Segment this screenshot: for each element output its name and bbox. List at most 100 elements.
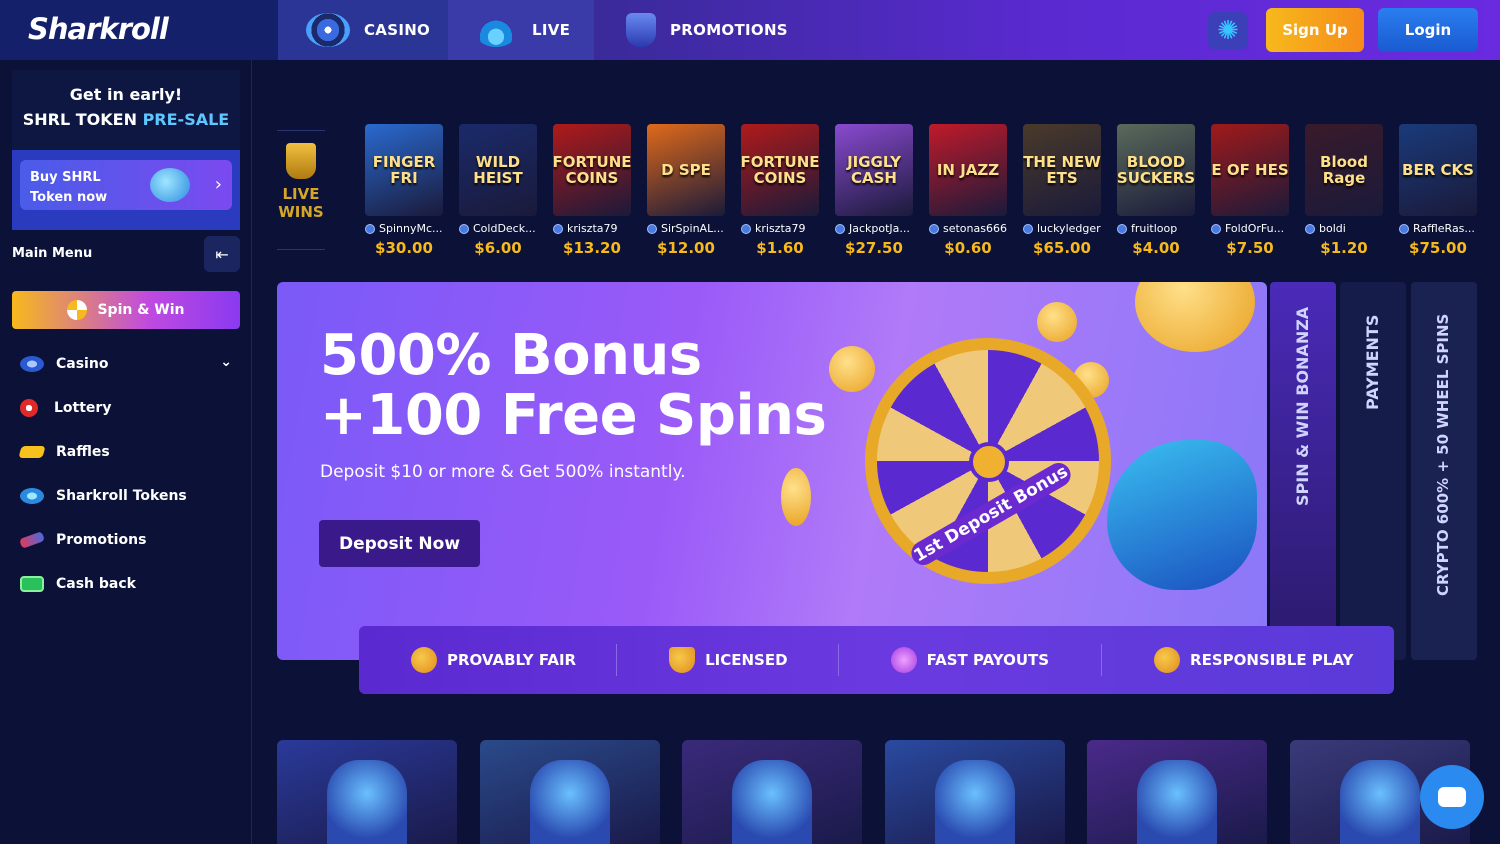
sidebar-item-promotions[interactable]: Promotions: [12, 518, 240, 562]
shark-live-icon: [529, 760, 610, 844]
avatar: [929, 223, 939, 234]
sidebar: Get in early! SHRL TOKEN PRE-SALE Buy SH…: [0, 60, 252, 844]
game-thumbnail[interactable]: BER CKS: [1399, 124, 1477, 216]
side-tab-spin-win-bonanza[interactable]: SPIN & WIN BONANZA: [1270, 282, 1336, 660]
avatar: [1399, 223, 1409, 234]
trust-bar: PROVABLY FAIR LICENSED FAST PAYOUTS RESP…: [359, 626, 1394, 694]
game-thumbnail[interactable]: Blood Rage: [1305, 124, 1383, 216]
avatar: [1211, 223, 1221, 234]
gear-icon[interactable]: ✺: [1208, 12, 1248, 50]
win-amount: $12.00: [657, 239, 715, 257]
win-amount: $1.20: [1320, 239, 1368, 257]
game-thumbnail[interactable]: THE NEW ETS: [1023, 124, 1101, 216]
winner-username: fruitloop: [1117, 222, 1195, 235]
live-win-item[interactable]: FORTUNE COINS kriszta79 $1.60: [741, 124, 819, 257]
divider: [616, 644, 618, 676]
winner-username: FoldOrFu...: [1211, 222, 1289, 235]
side-tab-crypto-bonus[interactable]: CRYPTO 600% + 50 WHEEL SPINS: [1411, 282, 1477, 660]
win-amount: $1.60: [756, 239, 804, 257]
collapse-sidebar-icon[interactable]: ⇤: [204, 236, 240, 272]
main-menu-label: Main Menu: [12, 246, 93, 261]
sidebar-item-tokens[interactable]: Sharkroll Tokens: [12, 474, 240, 518]
avatar: [365, 223, 375, 234]
deposit-now-button[interactable]: Deposit Now: [319, 520, 480, 567]
win-amount: $0.60: [944, 239, 992, 257]
avatar: [647, 223, 657, 234]
token-coin-icon: [150, 168, 190, 202]
avatar: [741, 223, 751, 234]
live-win-item[interactable]: JIGGLY CASH JackpotJa... $27.50: [835, 124, 913, 257]
avatar: [835, 223, 845, 234]
winner-username: SpinnyMc...: [365, 222, 443, 235]
chat-icon[interactable]: [1420, 765, 1484, 829]
game-thumbnail[interactable]: FINGER FRI: [365, 124, 443, 216]
shark-dice-card[interactable]: [884, 740, 1065, 844]
side-tab-payments[interactable]: PAYMENTS: [1340, 282, 1406, 660]
cash-icon: [20, 576, 44, 592]
live-win-item[interactable]: BLOOD SUCKERS fruitloop $4.00: [1117, 124, 1195, 257]
avatar: [1305, 223, 1315, 234]
game-thumbnail[interactable]: FORTUNE COINS: [741, 124, 819, 216]
shark-surf-icon: [732, 760, 812, 844]
coin-icon: [829, 346, 875, 392]
live-win-item[interactable]: D SPE SirSpinAL... $12.00: [647, 124, 725, 257]
game-thumbnail[interactable]: E OF HES: [1211, 124, 1289, 216]
trust-fast-payouts: FAST PAYOUTS: [877, 647, 1063, 673]
chevron-down-icon[interactable]: ⌄: [220, 354, 232, 370]
cards-card[interactable]: [1087, 740, 1267, 844]
hero-banner: 500% Bonus +100 Free Spins Deposit $10 or…: [277, 282, 1267, 660]
chevron-right-icon: ›: [214, 174, 222, 195]
logo[interactable]: Sharkroll: [0, 0, 278, 60]
spin-win-button[interactable]: Spin & Win: [12, 291, 240, 329]
win-amount: $4.00: [1132, 239, 1180, 257]
coin-icon: [781, 468, 811, 526]
roulette-icon: [20, 356, 44, 372]
poker-chips-card[interactable]: [277, 740, 457, 844]
sidebar-item-lottery[interactable]: Lottery: [12, 386, 240, 430]
check-badge-icon: [411, 647, 437, 673]
win-amount: $6.00: [474, 239, 522, 257]
sidebar-item-raffles[interactable]: Raffles: [12, 430, 240, 474]
game-thumbnail[interactable]: FORTUNE COINS: [553, 124, 631, 216]
game-thumbnail[interactable]: JIGGLY CASH: [835, 124, 913, 216]
game-thumbnail[interactable]: WILD HEIST: [459, 124, 537, 216]
win-amount: $65.00: [1033, 239, 1091, 257]
buy-token-button[interactable]: Buy SHRL Token now ›: [20, 160, 232, 210]
live-win-item[interactable]: BER CKS RaffleRas... $75.00: [1399, 124, 1477, 257]
shield-check-icon: [669, 647, 696, 673]
game-thumbnail[interactable]: D SPE: [647, 124, 725, 216]
sidebar-item-casino[interactable]: Casino ⌄: [12, 342, 240, 386]
tab-casino[interactable]: CASINO: [278, 0, 448, 60]
tab-promotions[interactable]: PROMOTIONS: [594, 0, 824, 60]
token-icon: [20, 488, 44, 504]
sidebar-item-cashback[interactable]: Cash back: [12, 562, 240, 606]
live-win-item[interactable]: Blood Rage boldi $1.20: [1305, 124, 1383, 257]
winner-username: kriszta79: [741, 222, 819, 235]
shark-surf-card[interactable]: [682, 740, 862, 844]
bonus-wheel: 1st Deposit Bonus: [865, 338, 1111, 584]
tab-live[interactable]: LIVE: [448, 0, 594, 60]
live-win-item[interactable]: THE NEW ETS luckyledger $65.00: [1023, 124, 1101, 257]
game-thumbnail[interactable]: IN JAZZ: [929, 124, 1007, 216]
live-win-item[interactable]: FORTUNE COINS kriszta79 $13.20: [553, 124, 631, 257]
trust-provably-fair: PROVABLY FAIR: [397, 647, 590, 673]
signup-button[interactable]: Sign Up: [1266, 8, 1364, 52]
game-thumbnail[interactable]: BLOOD SUCKERS: [1117, 124, 1195, 216]
live-win-item[interactable]: FINGER FRI SpinnyMc... $30.00: [365, 124, 443, 257]
lottery-ball-icon: [20, 399, 38, 417]
trophy-icon: [626, 13, 656, 47]
top-navbar: Sharkroll CASINO LIVE PROMOTIONS ✺ Sign …: [0, 0, 1500, 60]
shark-mascot: [1107, 440, 1257, 590]
presale-subheadline: SHRL TOKEN PRE-SALE: [22, 110, 230, 129]
winner-username: luckyledger: [1023, 222, 1101, 235]
winner-username: RaffleRas...: [1399, 222, 1477, 235]
trophy-icon: [286, 143, 316, 179]
live-win-item[interactable]: IN JAZZ setonas666 $0.60: [929, 124, 1007, 257]
login-button[interactable]: Login: [1378, 8, 1478, 52]
live-win-item[interactable]: WILD HEIST ColdDeck... $6.00: [459, 124, 537, 257]
win-amount: $30.00: [375, 239, 433, 257]
hero-title: 500% Bonus +100 Free Spins: [320, 323, 827, 448]
divider: [1101, 644, 1103, 676]
shark-live-card[interactable]: [479, 740, 660, 844]
live-win-item[interactable]: E OF HES FoldOrFu... $7.50: [1211, 124, 1289, 257]
